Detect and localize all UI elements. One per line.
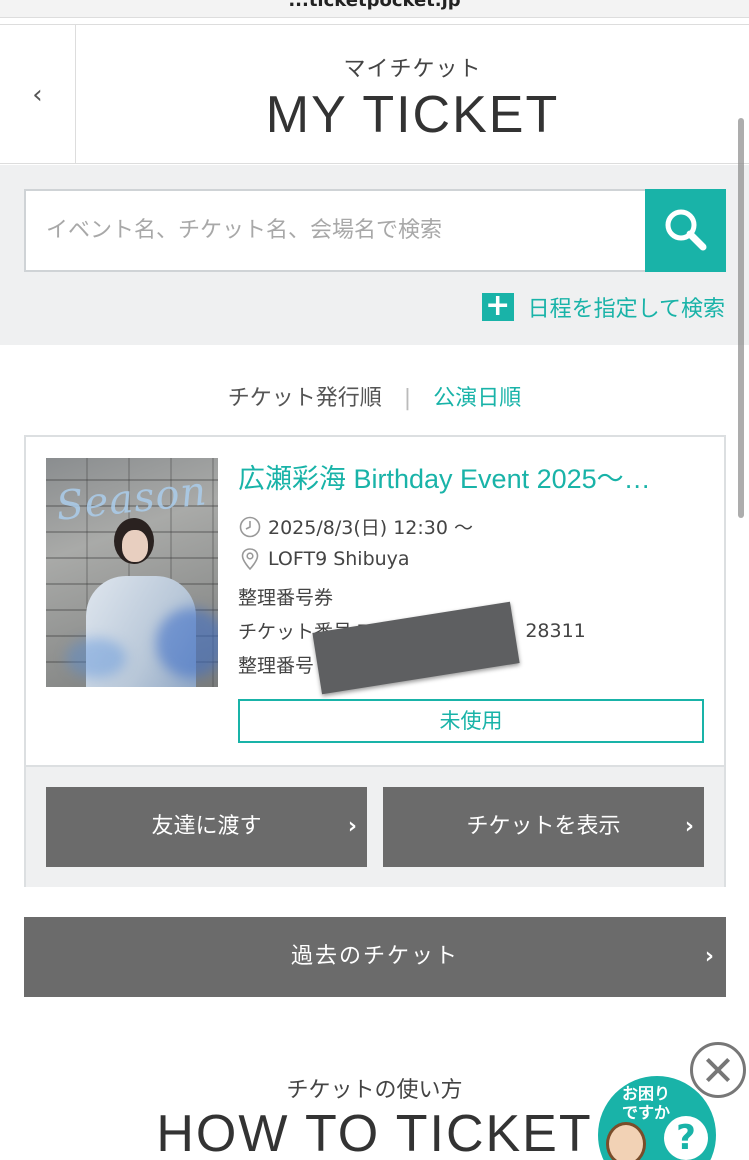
ticket-actions: 友達に渡す › チケットを表示 › [26, 765, 724, 887]
scrollbar[interactable] [738, 118, 744, 518]
help-text: お困り ですか [622, 1084, 670, 1122]
page-subtitle: マイチケット [343, 57, 482, 82]
plus-icon: + [481, 291, 514, 321]
url-text: ...ticketpocket.jp [288, 0, 461, 11]
search-input[interactable] [26, 191, 646, 270]
past-tickets-button[interactable]: 過去のチケット › [24, 917, 726, 997]
chevron-right-icon: › [684, 814, 694, 839]
search-box [24, 189, 726, 272]
page-title: MY TICKET [265, 86, 560, 144]
transfer-ticket-label: 友達に渡す [151, 814, 262, 839]
ticket-datetime-row: 2025/8/3(日) 12:30 〜 [238, 513, 473, 540]
back-button[interactable]: ‹ [0, 25, 76, 164]
ticket-number-tail: 28311 [525, 619, 586, 642]
help-question-mark: ? [664, 1116, 708, 1160]
redaction-block [312, 601, 520, 695]
search-icon [665, 209, 707, 251]
sort-separator: | [403, 386, 412, 411]
sort-date-order[interactable]: 公演日順 [433, 386, 521, 411]
ticket-title[interactable]: 広瀬彩海 Birthday Event 2025〜… [238, 457, 708, 496]
date-search-label: 日程を指定して検索 [527, 297, 725, 322]
help-text-line1: お困り [622, 1084, 671, 1103]
ticket-datetime: 2025/8/3(日) 12:30 〜 [268, 517, 473, 539]
show-ticket-button[interactable]: チケットを表示 › [383, 787, 704, 867]
show-ticket-label: チケットを表示 [466, 814, 621, 839]
ticket-status-badge: 未使用 [238, 699, 704, 743]
event-image[interactable]: Season [46, 458, 218, 687]
back-chevron-icon: ‹ [32, 79, 43, 110]
page-header: ‹ マイチケット MY TICKET [0, 24, 749, 164]
search-button[interactable] [645, 189, 726, 272]
clock-icon [238, 515, 262, 539]
help-text-line2: ですか [622, 1103, 671, 1122]
past-tickets-label: 過去のチケット [290, 944, 459, 969]
location-pin-icon [238, 547, 262, 571]
help-character-icon [606, 1122, 646, 1160]
ticket-venue-row: LOFT9 Shibuya [238, 547, 410, 571]
url-bar[interactable]: ...ticketpocket.jp [0, 0, 749, 18]
close-icon[interactable] [690, 1042, 746, 1098]
date-search-link[interactable]: + 日程を指定して検索 [481, 291, 725, 323]
ticket-card: Season 広瀬彩海 Birthday Event 2025〜… 2025/8… [24, 435, 726, 887]
seq-number-label: 整理番号 [238, 655, 315, 677]
seq-number-row: 整理番号 [238, 651, 314, 678]
search-area: + 日程を指定して検索 [0, 165, 749, 345]
sort-issue-order[interactable]: チケット発行順 [228, 386, 382, 411]
ticket-venue: LOFT9 Shibuya [268, 548, 410, 570]
chevron-right-icon: › [704, 944, 716, 969]
ticket-type: 整理番号券 [238, 587, 334, 609]
transfer-ticket-button[interactable]: 友達に渡す › [46, 787, 367, 867]
chevron-right-icon: › [347, 814, 357, 839]
sort-options: チケット発行順 | 公演日順 [0, 380, 749, 411]
